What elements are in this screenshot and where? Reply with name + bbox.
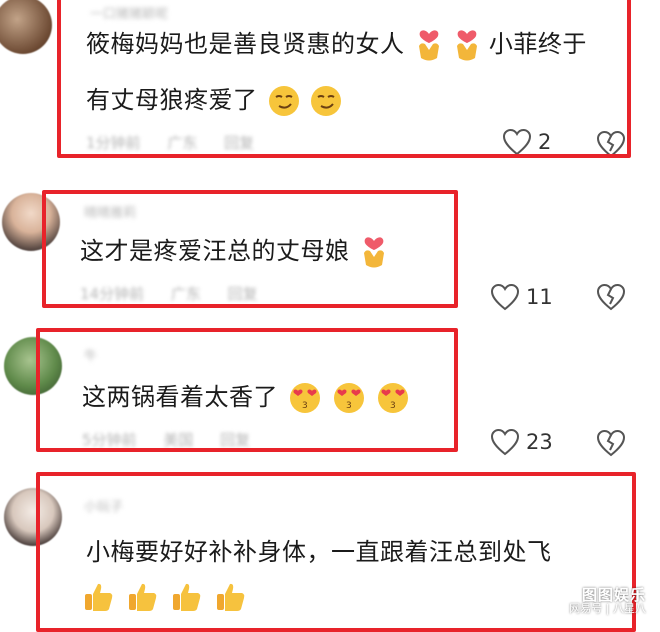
comment-username[interactable]: 小玩子 xyxy=(84,496,123,515)
comment-location: 美国 xyxy=(163,431,194,449)
watermark-brand: 图图娱乐 xyxy=(581,586,646,604)
like-button[interactable]: 11 xyxy=(490,283,553,311)
comment-text-part: 筱梅妈妈也是善良贤惠的女人 xyxy=(86,30,405,58)
svg-text:3: 3 xyxy=(346,401,352,411)
comment-meta: 14分钟前 广东 回复 xyxy=(80,283,280,304)
avatar[interactable] xyxy=(0,0,52,54)
comment-text: 这才是疼爱汪总的丈母娘 xyxy=(80,231,388,271)
comment-text-part: 这才是疼爱汪总的丈母娘 xyxy=(80,237,350,265)
comment-time: 1分钟前 xyxy=(86,134,141,152)
comment-item: 牛 这两锅看着太香了 3 3 3 5分钟前 美国 回复 23 xyxy=(0,325,660,465)
watermark: 图图娱乐 网易号 | 八星八 xyxy=(569,586,646,616)
like-count: 23 xyxy=(526,430,553,454)
comment-time: 14分钟前 xyxy=(80,285,145,303)
comment-username[interactable]: 牛 xyxy=(84,345,97,364)
heart-outline-icon xyxy=(502,128,532,156)
avatar[interactable] xyxy=(2,193,60,251)
comment-username[interactable]: 晴晴雅莉 xyxy=(84,202,136,221)
comment-item: 晴晴雅莉 这才是疼爱汪总的丈母娘 14分钟前 广东 回复 11 xyxy=(0,185,660,315)
comment-meta: 1分钟前 广东 回复 xyxy=(86,132,276,153)
comment-text-part: 小梅要好好补补身体，一直跟着汪总到处飞 xyxy=(86,538,552,566)
heart-outline-icon xyxy=(490,428,520,456)
svg-text:3: 3 xyxy=(390,401,396,411)
heart-hands-emoji xyxy=(456,30,477,61)
thumbs-up-emoji xyxy=(217,583,245,611)
emoji-row xyxy=(80,576,248,616)
comment-text-part: 小菲终于 xyxy=(488,30,587,58)
heart-eyes-kiss-emoji: 3 xyxy=(290,383,321,413)
thumbs-up-emoji xyxy=(85,583,113,611)
comment-meta: 5分钟前 美国 回复 xyxy=(82,429,272,450)
smirk-emoji xyxy=(310,86,341,116)
comment-username[interactable]: 一口猪猪颖呢 xyxy=(90,3,168,22)
comment-item: 一口猪猪颖呢 筱梅妈妈也是善良贤惠的女人 小菲终于 有丈母狼疼爱了 1分钟前 广… xyxy=(0,0,660,160)
heart-outline-icon xyxy=(490,283,520,311)
heart-hands-emoji xyxy=(363,237,384,268)
like-count: 2 xyxy=(538,130,552,154)
comment-text: 筱梅妈妈也是善良贤惠的女人 小菲终于 xyxy=(86,24,587,64)
heart-eyes-kiss-emoji: 3 xyxy=(378,383,409,413)
reply-button[interactable]: 回复 xyxy=(228,285,258,303)
comment-text-part: 这两锅看着太香了 xyxy=(82,383,278,411)
avatar[interactable] xyxy=(4,337,62,395)
thumbs-up-emoji xyxy=(129,583,157,611)
comment-text: 小梅要好好补补身体，一直跟着汪总到处飞 xyxy=(86,532,552,572)
like-button[interactable]: 23 xyxy=(490,428,553,456)
reply-button[interactable]: 回复 xyxy=(220,431,250,449)
smirk-emoji xyxy=(268,86,299,116)
broken-heart-icon[interactable] xyxy=(596,283,626,311)
comment-text-part: 有丈母狼疼爱了 xyxy=(86,86,258,114)
comment-item: 小玩子 小梅要好好补补身体，一直跟着汪总到处飞 xyxy=(0,470,660,632)
comment-time: 5分钟前 xyxy=(82,431,137,449)
like-count: 11 xyxy=(526,285,553,309)
thumbs-up-emoji xyxy=(173,583,201,611)
svg-text:3: 3 xyxy=(302,401,308,411)
like-button[interactable]: 2 xyxy=(502,128,551,156)
comment-location: 广东 xyxy=(167,134,198,152)
broken-heart-icon[interactable] xyxy=(596,429,626,457)
comment-text: 这两锅看着太香了 3 3 3 xyxy=(82,377,410,417)
heart-eyes-kiss-emoji: 3 xyxy=(334,383,365,413)
watermark-source: 网易号 | 八星八 xyxy=(569,602,646,615)
comment-location: 广东 xyxy=(170,285,201,303)
broken-heart-icon[interactable] xyxy=(596,130,626,158)
comment-text-line2: 有丈母狼疼爱了 xyxy=(86,80,342,120)
reply-button[interactable]: 回复 xyxy=(224,134,254,152)
avatar[interactable] xyxy=(4,488,62,546)
heart-hands-emoji xyxy=(418,30,439,61)
